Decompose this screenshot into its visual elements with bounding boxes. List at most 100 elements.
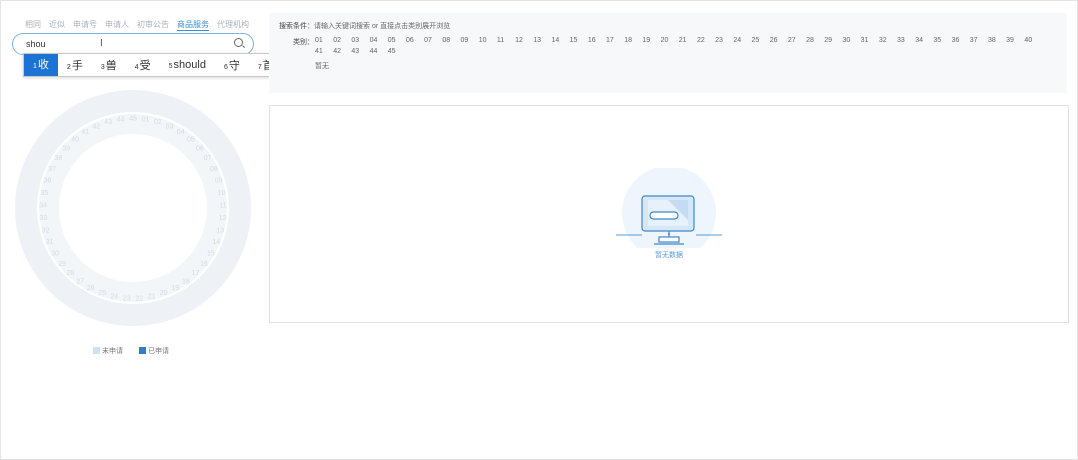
wheel-category-label[interactable]: 40 xyxy=(71,137,79,144)
category-item[interactable]: 43 xyxy=(351,48,369,55)
wheel-category-label[interactable]: 20 xyxy=(160,290,168,297)
wheel-category-label[interactable]: 17 xyxy=(192,270,200,277)
category-item[interactable]: 37 xyxy=(970,37,988,44)
category-item[interactable]: 08 xyxy=(442,37,460,44)
ime-candidate[interactable]: 5should xyxy=(160,59,215,71)
category-item[interactable]: 26 xyxy=(770,37,788,44)
wheel-category-label[interactable]: 18 xyxy=(182,278,190,285)
wheel-category-label[interactable]: 01 xyxy=(142,116,150,123)
search-input[interactable]: shou xyxy=(26,39,46,49)
category-item[interactable]: 11 xyxy=(497,37,515,44)
wheel-category-label[interactable]: 08 xyxy=(210,166,218,173)
category-item[interactable]: 01 xyxy=(315,37,333,44)
category-item[interactable]: 28 xyxy=(806,37,824,44)
category-item[interactable]: 23 xyxy=(715,37,733,44)
category-item[interactable]: 03 xyxy=(351,37,369,44)
tab-6[interactable]: 代理机构 xyxy=(217,19,249,31)
category-item[interactable]: 44 xyxy=(370,48,388,55)
category-item[interactable]: 33 xyxy=(897,37,915,44)
wheel-category-label[interactable]: 32 xyxy=(42,227,50,234)
wheel-category-label[interactable]: 13 xyxy=(216,227,224,234)
ime-candidate[interactable]: 4受 xyxy=(126,57,160,73)
wheel-category-label[interactable]: 35 xyxy=(41,190,49,197)
wheel-category-label[interactable]: 15 xyxy=(207,251,215,258)
category-item[interactable]: 22 xyxy=(697,37,715,44)
category-item[interactable]: 38 xyxy=(988,37,1006,44)
wheel-category-label[interactable]: 16 xyxy=(200,261,208,268)
category-item[interactable]: 32 xyxy=(879,37,897,44)
wheel-category-label[interactable]: 27 xyxy=(76,278,84,285)
ime-candidate[interactable]: 3兽 xyxy=(92,57,126,73)
wheel-category-label[interactable]: 23 xyxy=(123,295,131,302)
tab-3[interactable]: 申请人 xyxy=(105,19,129,31)
category-item[interactable]: 05 xyxy=(388,37,406,44)
wheel-category-label[interactable]: 26 xyxy=(87,285,95,292)
category-item[interactable]: 34 xyxy=(915,37,933,44)
wheel-category-label[interactable]: 04 xyxy=(177,129,185,136)
wheel-category-label[interactable]: 25 xyxy=(98,290,106,297)
wheel-category-label[interactable]: 09 xyxy=(215,178,223,185)
category-item[interactable]: 04 xyxy=(370,37,388,44)
wheel-category-label[interactable]: 29 xyxy=(58,261,66,268)
wheel-category-label[interactable]: 43 xyxy=(104,119,112,126)
wheel-category-label[interactable]: 41 xyxy=(81,129,89,136)
wheel-category-label[interactable]: 34 xyxy=(39,202,47,209)
category-item[interactable]: 06 xyxy=(406,37,424,44)
category-item[interactable]: 45 xyxy=(388,48,406,55)
category-item[interactable]: 39 xyxy=(1006,37,1024,44)
category-item[interactable]: 10 xyxy=(479,37,497,44)
ime-candidate[interactable]: 6守 xyxy=(215,57,249,73)
category-item[interactable]: 40 xyxy=(1024,37,1042,44)
category-item[interactable]: 42 xyxy=(333,48,351,55)
category-item[interactable]: 19 xyxy=(642,37,660,44)
ime-candidate[interactable]: 2手 xyxy=(58,57,92,73)
category-item[interactable]: 41 xyxy=(315,48,333,55)
wheel-category-label[interactable]: 38 xyxy=(55,155,63,162)
tab-4[interactable]: 初审公告 xyxy=(137,19,169,31)
category-item[interactable]: 36 xyxy=(952,37,970,44)
category-item[interactable]: 35 xyxy=(933,37,951,44)
wheel-category-label[interactable]: 24 xyxy=(110,294,118,301)
wheel-category-label[interactable]: 33 xyxy=(40,215,48,222)
category-item[interactable]: 21 xyxy=(679,37,697,44)
category-item[interactable]: 29 xyxy=(824,37,842,44)
category-item[interactable]: 27 xyxy=(788,37,806,44)
search-box[interactable]: shou I xyxy=(12,33,254,55)
tab-1[interactable]: 近似 xyxy=(49,19,65,31)
category-item[interactable]: 14 xyxy=(551,37,569,44)
wheel-category-label[interactable]: 45 xyxy=(129,116,137,123)
wheel-category-label[interactable]: 30 xyxy=(51,251,59,258)
category-item[interactable]: 13 xyxy=(533,37,551,44)
category-item[interactable]: 09 xyxy=(461,37,479,44)
wheel-category-label[interactable]: 42 xyxy=(93,123,101,130)
category-item[interactable]: 25 xyxy=(752,37,770,44)
category-item[interactable]: 18 xyxy=(624,37,642,44)
category-item[interactable]: 31 xyxy=(861,37,879,44)
search-icon[interactable] xyxy=(234,38,243,47)
category-item[interactable]: 30 xyxy=(842,37,860,44)
tab-2[interactable]: 申请号 xyxy=(73,19,97,31)
wheel-category-label[interactable]: 06 xyxy=(196,145,204,152)
wheel-category-label[interactable]: 28 xyxy=(67,270,75,277)
wheel-category-label[interactable]: 03 xyxy=(166,123,174,130)
tab-5[interactable]: 商品服务 xyxy=(177,19,209,31)
wheel-category-label[interactable]: 36 xyxy=(44,178,52,185)
category-item[interactable]: 15 xyxy=(570,37,588,44)
wheel-category-label[interactable]: 02 xyxy=(154,119,162,126)
wheel-category-label[interactable]: 44 xyxy=(117,116,125,123)
wheel-category-label[interactable]: 22 xyxy=(135,295,143,302)
wheel-category-label[interactable]: 21 xyxy=(148,294,156,301)
tab-0[interactable]: 相同 xyxy=(25,19,41,31)
wheel-category-label[interactable]: 31 xyxy=(46,239,54,246)
category-item[interactable]: 20 xyxy=(661,37,679,44)
wheel-category-label[interactable]: 10 xyxy=(218,190,226,197)
ime-candidate[interactable]: 1收 xyxy=(24,54,58,76)
category-item[interactable]: 02 xyxy=(333,37,351,44)
category-item[interactable]: 16 xyxy=(588,37,606,44)
category-item[interactable]: 17 xyxy=(606,37,624,44)
wheel-category-label[interactable]: 05 xyxy=(187,137,195,144)
wheel-category-label[interactable]: 11 xyxy=(219,202,226,209)
wheel-category-label[interactable]: 12 xyxy=(219,215,227,222)
wheel-category-label[interactable]: 39 xyxy=(62,145,70,152)
wheel-category-label[interactable]: 14 xyxy=(213,239,221,246)
